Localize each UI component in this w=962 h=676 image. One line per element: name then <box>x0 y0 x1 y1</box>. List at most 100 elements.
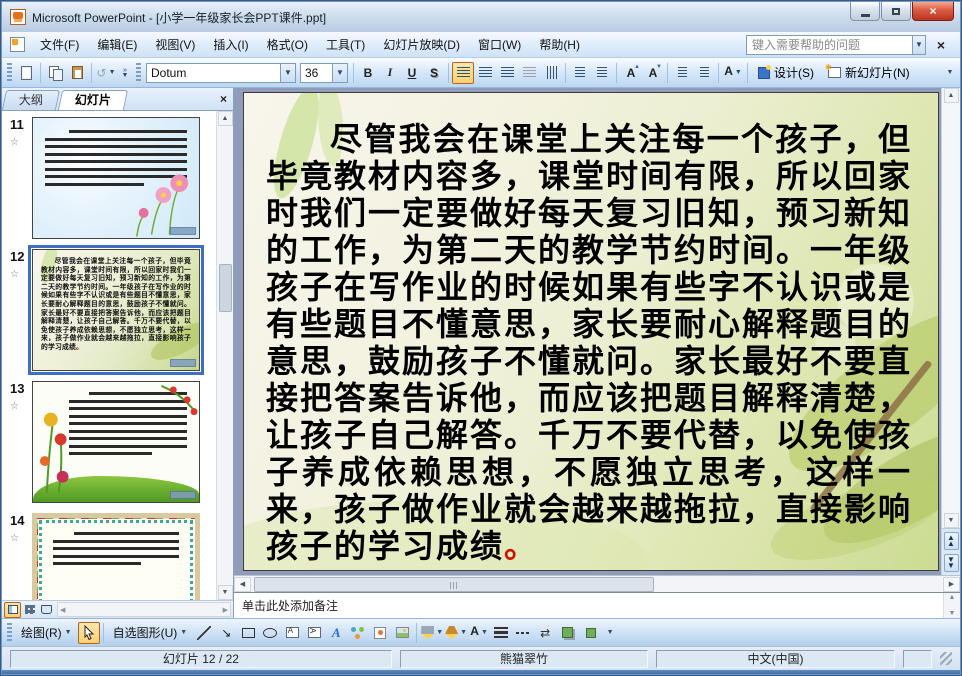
notes-pane[interactable]: 单击此处添加备注 ▲ ▼ <box>234 592 960 618</box>
undo-button[interactable]: ↺ ▼ <box>95 62 117 84</box>
menu-help[interactable]: 帮助(H) <box>530 34 589 56</box>
notes-scrollbar[interactable]: ▲ ▼ <box>943 593 960 618</box>
decrease-font-button[interactable]: A <box>642 62 664 84</box>
restore-button[interactable] <box>881 2 911 21</box>
menubar-close-icon[interactable]: × <box>930 37 952 53</box>
drawbar-options-button[interactable]: ▼ <box>604 629 618 636</box>
previous-slide-button[interactable]: ▲ ▲ <box>943 532 959 550</box>
slide-body-text[interactable]: 尽管我会在课堂上关注每一个孩子，但毕竟教材内容多，课堂时间有限，所以回家时我们一… <box>266 121 912 565</box>
oval-tool-button[interactable] <box>259 622 281 644</box>
slide-thumbnail-12-selected[interactable]: 12 ☆ 尽管我会在课堂上关注每一个孩子，但毕竟教材内容多，课堂时间有限，所以回家… <box>8 245 233 375</box>
menu-tools[interactable]: 工具(T) <box>317 34 374 56</box>
clip-art-button[interactable] <box>369 622 391 644</box>
toolbar-grip[interactable] <box>7 622 12 643</box>
shadow-style-button[interactable] <box>556 622 578 644</box>
menu-file[interactable]: 文件(F) <box>31 34 88 56</box>
slide-thumbnail-11[interactable]: 11 ☆ <box>8 117 233 239</box>
text-box-button[interactable] <box>281 622 303 644</box>
scroll-down-icon[interactable]: ▼ <box>217 585 233 600</box>
diagram-button[interactable] <box>347 622 369 644</box>
font-color-button[interactable]: A ▼ <box>468 622 490 644</box>
increase-indent-button[interactable] <box>693 62 715 84</box>
pane-horizontal-scrollbar[interactable]: ◀ ▶ <box>57 602 231 617</box>
next-slide-button[interactable]: ▼ ▼ <box>943 554 959 572</box>
tab-slides[interactable]: 幻灯片 <box>57 90 129 110</box>
toolbar-grip[interactable] <box>136 62 141 83</box>
line-tool-button[interactable] <box>193 622 215 644</box>
scroll-up-icon[interactable]: ▲ <box>217 111 233 126</box>
pane-close-icon[interactable]: × <box>220 92 227 106</box>
numbered-list-button[interactable] <box>569 62 591 84</box>
rectangle-tool-button[interactable] <box>237 622 259 644</box>
notes-placeholder[interactable]: 单击此处添加备注 <box>234 597 338 614</box>
slide-thumbnail-13[interactable]: 13 ☆ <box>8 381 233 503</box>
font-size-combo[interactable]: 36 ▼ <box>300 62 348 83</box>
line-color-button[interactable]: ▼ <box>444 622 468 644</box>
menu-slideshow[interactable]: 幻灯片放映(D) <box>374 34 469 56</box>
scroll-right-icon[interactable]: ▶ <box>223 606 228 614</box>
help-dropdown-icon[interactable]: ▼ <box>912 35 925 54</box>
increase-font-button[interactable]: A <box>620 62 642 84</box>
thumbnail-image[interactable]: 尽管我会在课堂上关注每一个孩子，但毕竟教材内容多，课堂时间有限，所以回家时我们一… <box>28 245 204 375</box>
menu-insert[interactable]: 插入(I) <box>204 34 257 56</box>
distribute-button[interactable] <box>518 62 540 84</box>
vertical-text-box-button[interactable] <box>303 622 325 644</box>
fill-color-button[interactable]: ▼ <box>420 622 444 644</box>
slide-vertical-scrollbar[interactable]: ▲ ▼ ▲ ▲ ▼ ▼ <box>941 88 960 575</box>
align-left-button[interactable] <box>452 61 474 84</box>
align-center-button[interactable] <box>474 62 496 84</box>
draw-menu-button[interactable]: 绘图(R) ▼ <box>15 622 78 644</box>
dash-style-button[interactable] <box>512 622 534 644</box>
slide-sorter-view-button[interactable] <box>21 602 38 618</box>
menu-window[interactable]: 窗口(W) <box>469 34 530 56</box>
new-document-button[interactable] <box>15 62 37 84</box>
menu-format[interactable]: 格式(O) <box>258 34 317 56</box>
insert-picture-button[interactable] <box>391 622 413 644</box>
toolbar-grip[interactable] <box>7 62 12 83</box>
slideshow-view-button[interactable] <box>38 602 55 618</box>
help-search-input[interactable] <box>747 35 912 54</box>
font-color-button[interactable]: A ▼ <box>722 62 744 84</box>
scroll-up-icon[interactable]: ▲ <box>943 88 959 103</box>
line-style-button[interactable] <box>490 622 512 644</box>
italic-button[interactable]: I <box>379 62 401 84</box>
slide-horizontal-scrollbar[interactable]: ◀ ▶ <box>234 575 960 592</box>
slide-canvas[interactable]: 尽管我会在课堂上关注每一个孩子，但毕竟教材内容多，课堂时间有限，所以回家时我们一… <box>243 92 939 571</box>
bold-button[interactable]: B <box>357 62 379 84</box>
thumbnails-scrollbar[interactable]: ▲ ▼ <box>216 111 233 600</box>
scroll-down-icon[interactable]: ▼ <box>949 610 956 617</box>
select-objects-button[interactable] <box>77 621 100 644</box>
font-name-dropdown-icon[interactable]: ▼ <box>280 63 295 82</box>
decrease-indent-button[interactable] <box>671 62 693 84</box>
3d-style-button[interactable] <box>578 622 600 644</box>
copy-button[interactable] <box>44 62 66 84</box>
menu-view[interactable]: 视图(V) <box>146 34 204 56</box>
menu-edit[interactable]: 编辑(E) <box>88 34 146 56</box>
normal-view-button[interactable] <box>4 601 21 618</box>
slide-thumbnail-14[interactable]: 14 ☆ <box>8 513 233 600</box>
slide-design-button[interactable]: 设计(S) <box>751 62 821 84</box>
scroll-down-icon[interactable]: ▼ <box>943 513 959 528</box>
shadow-button[interactable]: S <box>423 62 445 84</box>
scroll-track[interactable] <box>252 576 942 592</box>
font-name-combo[interactable]: Dotum ▼ <box>146 62 296 83</box>
bullet-list-button[interactable] <box>591 62 613 84</box>
vertical-text-button[interactable] <box>540 62 562 84</box>
language-indicator[interactable]: 中文(中国) <box>656 649 895 668</box>
autoshapes-menu-button[interactable]: 自选图形(U) ▼ <box>107 622 194 644</box>
new-slide-button[interactable]: 新幻灯片(N) <box>821 62 917 84</box>
scroll-right-icon[interactable]: ▶ <box>943 576 960 592</box>
scroll-track[interactable] <box>218 126 233 585</box>
close-button[interactable]: × <box>912 2 954 21</box>
arrow-tool-button[interactable]: ↘ <box>215 622 237 644</box>
minimize-button[interactable] <box>850 2 880 21</box>
scroll-thumb[interactable] <box>218 263 232 312</box>
wordart-button[interactable]: A <box>325 622 347 644</box>
align-right-button[interactable] <box>496 62 518 84</box>
arrow-style-button[interactable]: ⇄ <box>534 622 556 644</box>
tab-outline[interactable]: 大纲 <box>1 90 61 110</box>
toolbar-options-button[interactable]: ▼ <box>944 69 958 76</box>
thumbnail-image[interactable] <box>32 117 200 239</box>
underline-button[interactable]: U <box>401 62 423 84</box>
thumbnail-image[interactable] <box>32 381 200 503</box>
